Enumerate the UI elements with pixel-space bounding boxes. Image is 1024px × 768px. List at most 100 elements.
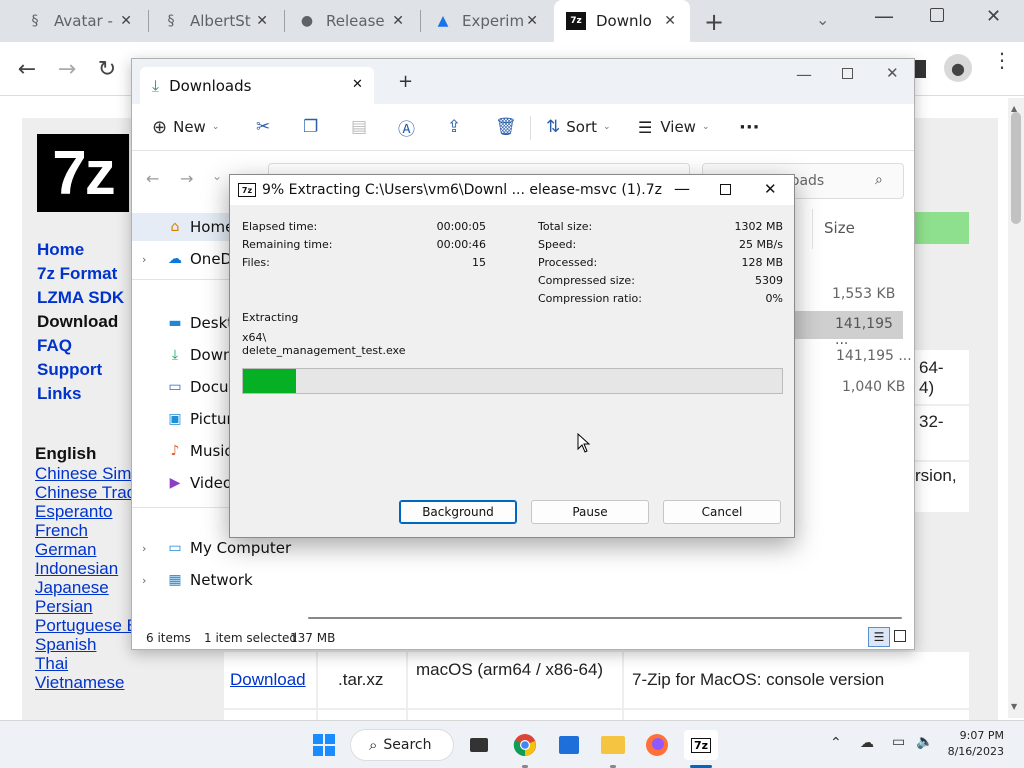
scrollbar-thumb[interactable]: [1011, 112, 1021, 224]
close-icon[interactable]: ✕: [392, 13, 404, 29]
7zip-taskbar-icon[interactable]: 7z: [684, 730, 718, 760]
delete-icon[interactable]: 🗑: [495, 114, 517, 140]
desktop-icon: ▬: [168, 315, 182, 331]
nav-download[interactable]: Download: [37, 312, 118, 332]
language-heading: English: [35, 444, 97, 463]
more-options-button[interactable]: ···: [739, 114, 760, 140]
restore-icon[interactable]: [930, 8, 944, 22]
close-icon[interactable]: ✕: [352, 77, 363, 92]
new-button[interactable]: ⊕ New ⌄: [152, 114, 219, 140]
maximize-icon[interactable]: [720, 184, 731, 195]
task-view-icon[interactable]: [464, 730, 494, 760]
recent-locations-icon[interactable]: ⌄: [212, 169, 222, 183]
chevron-right-icon[interactable]: ›: [142, 574, 166, 587]
lang-link[interactable]: Thai: [35, 654, 68, 674]
horizontal-scrollbar[interactable]: [308, 615, 906, 621]
lang-link[interactable]: Japanese: [35, 578, 109, 598]
paste-icon[interactable]: ▤: [351, 114, 367, 140]
forward-icon[interactable]: →: [180, 169, 193, 188]
file-explorer-icon[interactable]: [598, 730, 628, 760]
sort-button[interactable]: ⇅ Sort ⌄: [546, 114, 611, 140]
firefox-icon[interactable]: [642, 730, 672, 760]
close-icon[interactable]: ✕: [256, 13, 268, 29]
tiles-view-icon[interactable]: [894, 630, 906, 642]
chevron-right-icon[interactable]: ›: [142, 542, 166, 555]
clock[interactable]: 9:07 PM 8/16/2023: [944, 729, 1004, 758]
close-window-icon[interactable]: ✕: [886, 64, 899, 82]
details-view-icon[interactable]: ☰: [868, 627, 890, 647]
lang-link[interactable]: Chinese Trad.: [35, 483, 141, 503]
share-icon[interactable]: ⇪: [447, 114, 461, 140]
lang-link[interactable]: Esperanto: [35, 502, 113, 522]
profile-avatar-icon[interactable]: ●: [944, 54, 972, 82]
clock-date: 8/16/2023: [947, 745, 1004, 758]
taskbar-search[interactable]: ⌕ Search: [350, 729, 454, 761]
chevron-down-icon[interactable]: ⌄: [816, 10, 829, 29]
page-scrollbar[interactable]: ▲ ▼: [1008, 98, 1024, 718]
explorer-tab[interactable]: ⤓ Downloads ✕: [140, 67, 374, 104]
close-window-icon[interactable]: ✕: [764, 180, 777, 198]
close-icon[interactable]: ✕: [120, 13, 132, 29]
back-icon[interactable]: ←: [12, 54, 42, 84]
menu-dots-icon[interactable]: ⋮: [992, 50, 1012, 70]
pause-button[interactable]: Pause: [531, 500, 649, 524]
close-icon[interactable]: ✕: [526, 13, 538, 29]
lang-link[interactable]: Spanish: [35, 635, 96, 655]
download-link[interactable]: Download: [230, 670, 306, 689]
volume-icon[interactable]: 🔈: [916, 734, 933, 750]
lang-link[interactable]: Persian: [35, 597, 93, 617]
forward-icon[interactable]: →: [52, 54, 82, 84]
monitor-icon[interactable]: ▭: [892, 734, 905, 750]
lang-link[interactable]: German: [35, 540, 96, 560]
nav-faq[interactable]: FAQ: [37, 336, 72, 356]
minimize-icon[interactable]: —: [674, 179, 690, 198]
cut-icon[interactable]: ✂: [256, 114, 270, 140]
nav-links[interactable]: Links: [37, 384, 81, 404]
cloud-off-icon[interactable]: ☁: [860, 735, 874, 751]
minimize-icon[interactable]: —: [796, 65, 812, 84]
maximize-icon[interactable]: [842, 68, 853, 79]
close-icon[interactable]: ✕: [664, 13, 676, 29]
nav-lzma-sdk[interactable]: LZMA SDK: [37, 288, 124, 308]
taskbar: ⌕ Search 7z ⌃ ☁ ▭ 🔈 9:07 PM 8/16/2023: [0, 720, 1024, 768]
nav-7z-format[interactable]: 7z Format: [37, 264, 117, 284]
size-column-header[interactable]: Size: [824, 219, 855, 237]
stat-value: 15: [472, 256, 486, 269]
lang-link[interactable]: Indonesian: [35, 559, 118, 579]
view-button[interactable]: ☰ View ⌄: [638, 114, 710, 140]
browser-tab-experim[interactable]: ▲ Experim ✕: [422, 0, 552, 42]
lang-link[interactable]: Vietnamese: [35, 673, 124, 693]
table-cell: macOS (arm64 / x86-64): [408, 652, 622, 708]
chevron-right-icon[interactable]: ›: [142, 253, 166, 266]
nav-item-network[interactable]: › ▦ Network: [132, 566, 292, 594]
reload-icon[interactable]: ↻: [92, 54, 122, 84]
plus-circle-icon: ⊕: [152, 116, 168, 138]
lang-link[interactable]: French: [35, 521, 88, 541]
file-size: 1,553 KB: [832, 286, 896, 302]
document-icon: ▭: [168, 379, 182, 395]
rename-icon[interactable]: Ⓐ: [398, 114, 415, 140]
selected-row[interactable]: 141,195 ...: [795, 311, 903, 348]
chrome-icon[interactable]: [510, 730, 540, 760]
close-window-icon[interactable]: ✕: [986, 6, 1001, 27]
nav-item-my-computer[interactable]: › ▭ My Computer: [132, 534, 302, 562]
lang-link[interactable]: Chinese Simp.: [35, 464, 146, 484]
minimize-icon[interactable]: —: [874, 4, 894, 28]
copy-icon[interactable]: ❐: [303, 114, 318, 140]
windows-start-icon[interactable]: [309, 730, 339, 760]
nav-home[interactable]: Home: [37, 240, 84, 260]
browser-tab-download[interactable]: 7z Downlo ✕: [554, 0, 690, 42]
cancel-button[interactable]: Cancel: [663, 500, 781, 524]
new-tab-button[interactable]: +: [704, 8, 724, 36]
store-icon[interactable]: [554, 730, 584, 760]
stat-value: 00:00:05: [436, 220, 486, 233]
back-icon[interactable]: ←: [146, 169, 159, 188]
background-button[interactable]: Background: [399, 500, 517, 524]
browser-tab-avatar[interactable]: § Avatar - ✕: [14, 0, 146, 42]
new-tab-button[interactable]: +: [398, 71, 413, 92]
nav-support[interactable]: Support: [37, 360, 102, 380]
browser-tab-albert[interactable]: § AlbertSt ✕: [150, 0, 282, 42]
chevron-up-icon[interactable]: ⌃: [830, 735, 842, 751]
progress-bar: [242, 368, 783, 394]
browser-tab-release[interactable]: ● Release ✕: [286, 0, 418, 42]
